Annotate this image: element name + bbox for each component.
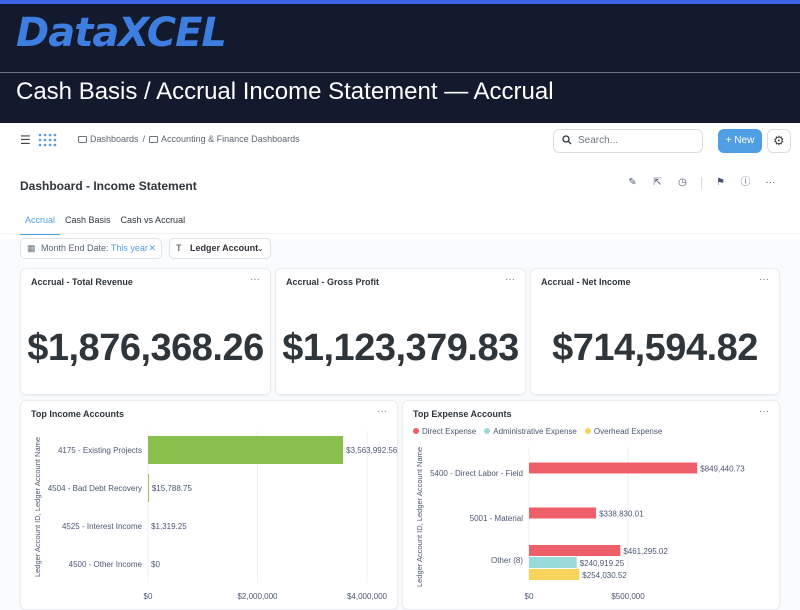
filter-label: Ledger Account — [190, 243, 259, 253]
more-icon[interactable]: ··· — [505, 274, 515, 285]
y-tick-label: 5001 - Material — [470, 514, 524, 523]
kpi-value: $1,123,379.83 — [282, 327, 519, 369]
more-icon[interactable]: ··· — [759, 274, 769, 285]
breadcrumb-accounting-finance[interactable]: Accounting & Finance Dashboards — [149, 134, 300, 144]
filter-value: This year — [110, 243, 148, 253]
y-tick-label: 4500 - Other Income — [69, 560, 143, 569]
kpi-value: $714,594.82 — [552, 327, 758, 369]
breadcrumb: Dashboards / Accounting & Finance Dashbo… — [78, 134, 300, 144]
month-end-date-filter[interactable]: ▦ Month End Date: This year ✕ — [20, 238, 162, 259]
bar — [529, 462, 698, 474]
actions-divider — [701, 177, 702, 189]
y-tick-label: Other (8) — [491, 556, 523, 565]
datacel-logo: DataXCEL — [16, 10, 227, 56]
text-type-icon: T — [176, 243, 182, 253]
more-icon[interactable]: ··· — [758, 175, 783, 191]
folder-icon — [78, 136, 87, 143]
data-label: $240,919.25 — [580, 559, 625, 568]
dashboard-tabs: Accrual Cash Basis Cash vs Accrual — [20, 213, 190, 235]
income-bar-chart: $0 $2,000,000 $4,000,000Ledger Account ID,… — [33, 431, 397, 601]
data-label: $338,830.01 — [599, 510, 644, 519]
card-title: Accrual - Net Income — [541, 277, 631, 287]
search-placeholder: Search... — [578, 135, 619, 146]
y-tick-label: 4175 - Existing Projects — [58, 446, 142, 455]
bar — [529, 507, 597, 519]
y-tick-label: 4504 - Bad Debt Recovery — [48, 484, 142, 493]
pencil-icon[interactable]: ✎ — [620, 175, 645, 191]
tab-cash-vs-accrual[interactable]: Cash vs Accrual — [116, 213, 191, 235]
banner-accent-line — [0, 0, 800, 4]
top-income-accounts-card: Top Income Accounts ··· $0 $2,000,000 $4,0… — [20, 400, 398, 610]
tab-accrual[interactable]: Accrual — [20, 213, 61, 235]
data-label: $461,295.02 — [623, 547, 668, 556]
y-axis-label: Ledger Account ID, Ledger Account Name — [415, 447, 424, 587]
banner-title: Cash Basis / Accrual Income Statement — … — [16, 78, 554, 105]
folder-icon — [149, 136, 159, 143]
filter-label: Month End Date: — [41, 243, 109, 253]
app-logo-icon[interactable] — [37, 131, 57, 151]
bar — [529, 569, 580, 580]
y-tick-label: 5400 - Direct Labor - Field — [430, 469, 523, 478]
banner: DataXCEL Cash Basis / Accrual Income Sta… — [0, 0, 800, 123]
dashboard-actions: ✎ ⇱ ◷ ⚑ ⓘ ··· — [620, 175, 783, 191]
card-title: Accrual - Gross Profit — [286, 277, 380, 287]
app-bar: ☰ Dashboards / Accounting & Finance Dash… — [0, 123, 800, 159]
card-title: Accrual - Total Revenue — [31, 277, 133, 287]
bar — [148, 436, 344, 464]
top-expense-accounts-card: Top Expense Accounts ··· Direct Expense … — [402, 400, 780, 610]
dashboard-title: Dashboard - Income Statement — [20, 179, 197, 193]
header-divider — [0, 233, 800, 234]
bar — [529, 557, 577, 568]
data-label: $15,788.75 — [152, 484, 193, 493]
search-input[interactable]: Search... — [553, 129, 703, 153]
new-button[interactable]: + New — [718, 129, 762, 153]
banner-divider — [0, 72, 800, 73]
share-icon[interactable]: ⇱ — [645, 175, 670, 191]
y-axis-label: Ledger Account ID, Ledger Account Name — [33, 437, 42, 577]
kpi-card-total-revenue: Accrual - Total Revenue ··· $1,876,368.2… — [20, 268, 271, 395]
data-label: $849,440.73 — [700, 465, 745, 474]
breadcrumb-separator: / — [142, 134, 146, 144]
bookmark-icon[interactable]: ⚑ — [708, 175, 733, 191]
ledger-account-filter[interactable]: T Ledger Account ⌄ — [169, 238, 271, 259]
menu-icon[interactable]: ☰ — [20, 134, 31, 146]
tab-cash-basis[interactable]: Cash Basis — [60, 213, 116, 235]
settings-button[interactable]: ⚙ — [767, 129, 791, 153]
info-icon[interactable]: ⓘ — [733, 175, 758, 191]
gear-icon: ⚙ — [773, 133, 785, 148]
kpi-card-gross-profit: Accrual - Gross Profit ··· $1,123,379.83 — [275, 268, 526, 395]
data-label: $3,563,992.56 — [346, 446, 397, 455]
kpi-card-net-income: Accrual - Net Income ··· $714,594.82 — [530, 268, 780, 395]
chevron-down-icon: ⌄ — [256, 243, 264, 253]
bar — [148, 474, 149, 502]
breadcrumb-dashboards[interactable]: Dashboards — [78, 134, 139, 144]
y-tick-label: 4525 - Interest Income — [62, 522, 143, 531]
kpi-value: $1,876,368.26 — [27, 327, 264, 369]
more-icon[interactable]: ··· — [250, 274, 260, 285]
data-label: $254,030.52 — [582, 571, 627, 580]
clock-icon[interactable]: ◷ — [670, 175, 695, 191]
bar — [529, 545, 621, 556]
data-label: $0 — [151, 560, 160, 569]
close-icon[interactable]: ✕ — [148, 239, 156, 258]
search-icon — [562, 135, 572, 145]
dashboard-header: Dashboard - Income Statement ✎ ⇱ ◷ ⚑ ⓘ ·… — [0, 159, 800, 239]
calendar-icon: ▦ — [27, 243, 36, 253]
data-label: $1,319.25 — [151, 522, 187, 531]
expense-bar-chart: $0 $500,000Ledger Account ID, Ledger Acco… — [415, 447, 745, 601]
